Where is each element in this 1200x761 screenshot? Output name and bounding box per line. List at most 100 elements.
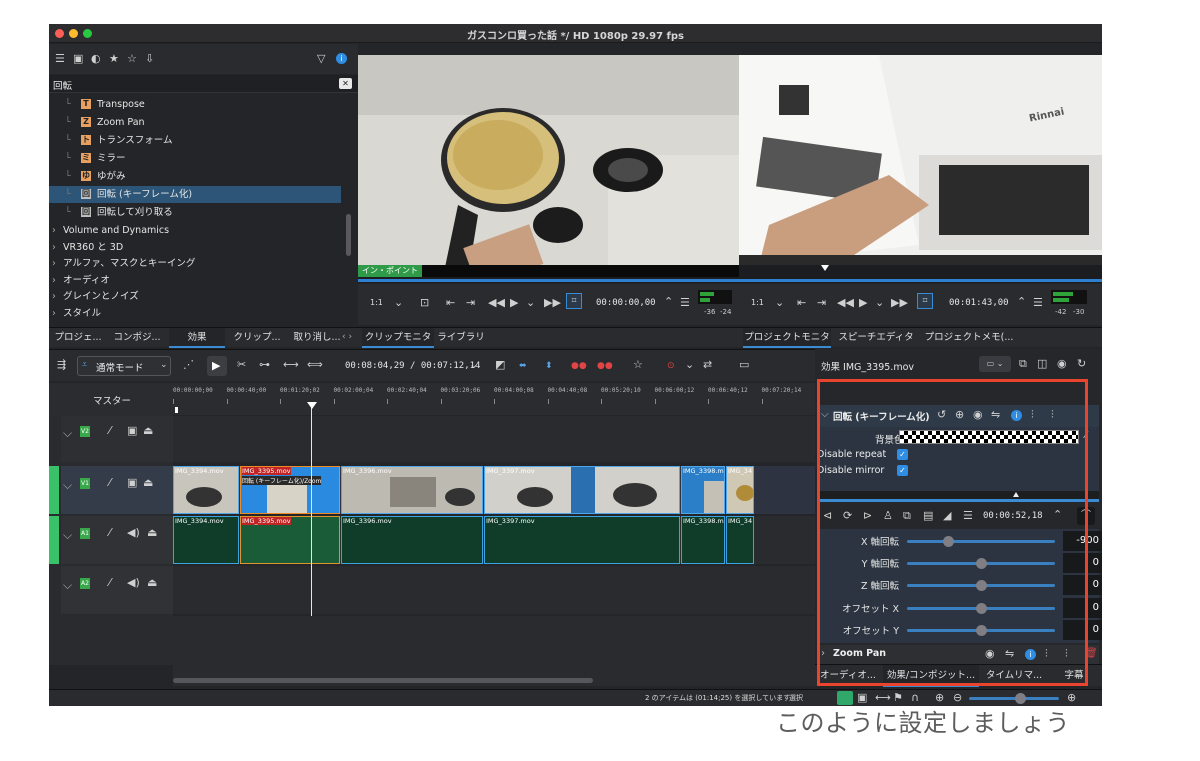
timeline-timecode[interactable]: 00:08:04,29 / 00:07:12,14 bbox=[345, 361, 480, 371]
mute-icon[interactable]: ◀) bbox=[127, 577, 140, 589]
effect-category[interactable]: › スタイル bbox=[49, 305, 341, 322]
lock-icon[interactable]: ⏏ bbox=[143, 477, 153, 489]
audio-clip[interactable]: IMG_34 bbox=[726, 516, 754, 564]
set-in-icon[interactable]: ⇤ bbox=[446, 297, 455, 309]
tab-library[interactable]: ライブラリ bbox=[436, 328, 486, 348]
tab-arrows-icon[interactable]: ‹ › bbox=[342, 332, 352, 342]
project-set-in-icon[interactable]: ⇤ bbox=[797, 297, 806, 309]
tab-speech-editor[interactable]: スピーチエディタ bbox=[833, 328, 919, 348]
hide-track-icon[interactable]: ▣ bbox=[127, 425, 137, 437]
set-out-icon[interactable]: ⇥ bbox=[466, 297, 475, 309]
project-forward-icon[interactable]: ▶▶ bbox=[891, 297, 908, 309]
audio-clip[interactable]: IMG_3398.m bbox=[681, 516, 725, 564]
tab-undo[interactable]: 取り消し... bbox=[289, 328, 345, 348]
track-v2[interactable] bbox=[173, 416, 815, 462]
timecode-spin-icon[interactable]: ⌃ bbox=[664, 296, 673, 308]
zoom-slider[interactable] bbox=[969, 693, 1059, 704]
monitor-menu-icon[interactable]: ☰ bbox=[680, 297, 690, 309]
fullscreen-icon[interactable]: ⌗ bbox=[566, 293, 582, 309]
video-clip[interactable]: IMG_3396.mov bbox=[341, 466, 483, 514]
split-audio-icon[interactable]: ◩ bbox=[495, 359, 505, 371]
tab-clip-monitor[interactable]: クリップモニタ bbox=[362, 328, 434, 348]
track-tag-v1[interactable]: V1 bbox=[80, 478, 90, 489]
timeline-ruler[interactable]: 00:00:00;00 00:00:40;00 00:01:20;02 00:02:0… bbox=[173, 383, 815, 415]
video-clip[interactable]: IMG_3397.mov bbox=[484, 466, 680, 514]
effects-scrollbar[interactable] bbox=[346, 214, 351, 256]
effects-wand-icon[interactable]: ⁄ bbox=[109, 577, 111, 589]
record-dropdown-icon[interactable]: ⌄ bbox=[685, 359, 694, 371]
project-rewind-icon[interactable]: ◀◀ bbox=[837, 297, 854, 309]
list-icon[interactable]: ☰ bbox=[55, 53, 65, 65]
lock-icon[interactable]: ⏏ bbox=[143, 425, 153, 437]
insert-icon[interactable]: ⬌ bbox=[519, 361, 527, 371]
track-tag-a2[interactable]: A2 bbox=[80, 578, 90, 589]
effects-wand-icon[interactable]: ⁄ bbox=[109, 527, 111, 539]
play-icon[interactable]: ▶ bbox=[510, 297, 518, 309]
project-fullscreen-icon[interactable]: ⌗ bbox=[917, 293, 933, 309]
video-clip[interactable]: IMG_3394.mov bbox=[173, 466, 239, 514]
audio-icon[interactable]: ◐ bbox=[91, 53, 101, 65]
effect-item[interactable]: └ T Transpose bbox=[49, 96, 341, 113]
info-icon[interactable]: i bbox=[336, 53, 347, 64]
track-a1[interactable]: IMG_3394.mov IMG_3395.mov IMG_3396.mov I… bbox=[173, 516, 815, 564]
split-view-icon[interactable]: ◫ bbox=[1037, 358, 1047, 370]
rewind-icon[interactable]: ◀◀ bbox=[488, 297, 505, 309]
track-v1[interactable]: IMG_3394.mov IMG_3395.mov 回転 (キーフレーム化)/Z… bbox=[173, 466, 815, 514]
lock-icon[interactable]: ⏏ bbox=[147, 577, 157, 589]
timeline-playhead[interactable] bbox=[311, 402, 312, 616]
effect-category[interactable]: › Volume and Dynamics bbox=[49, 222, 341, 239]
track-settings-icon[interactable]: ⇶ bbox=[57, 359, 66, 371]
copy-icon[interactable]: ⧉ bbox=[1019, 358, 1027, 370]
audio-clip[interactable]: IMG_3396.mov bbox=[341, 516, 483, 564]
extract-icon[interactable]: ●● bbox=[597, 361, 613, 371]
mute-icon[interactable]: ◀) bbox=[127, 527, 140, 539]
clip-timecode[interactable]: 00:00:00,00 bbox=[596, 298, 656, 308]
effect-item[interactable]: └ ミミラー bbox=[49, 150, 341, 167]
forward-icon[interactable]: ▶▶ bbox=[544, 297, 561, 309]
lock-icon[interactable]: ⏏ bbox=[147, 527, 157, 539]
collapse-icon[interactable]: ⌵ bbox=[63, 426, 72, 441]
project-zoom-dropdown-icon[interactable]: ⌄ bbox=[775, 297, 784, 309]
ripple-icon[interactable]: ⟷ bbox=[283, 359, 299, 371]
track-a2[interactable] bbox=[173, 566, 815, 614]
collapse-icon[interactable]: ⌵ bbox=[63, 528, 72, 543]
zoom-dropdown-icon[interactable]: ⌄ bbox=[394, 297, 403, 309]
compare-button[interactable]: ▭ ⌄ bbox=[979, 356, 1011, 372]
effect-item[interactable]: └ Z Zoom Pan bbox=[49, 114, 341, 131]
playhead-marker-icon[interactable] bbox=[307, 402, 317, 409]
tab-project-monitor[interactable]: プロジェクトモニタ bbox=[743, 328, 831, 348]
play-dropdown-icon[interactable]: ⌄ bbox=[526, 297, 535, 309]
clip-monitor-ruler[interactable] bbox=[358, 277, 739, 283]
effects-wand-icon[interactable]: ⁄ bbox=[109, 425, 111, 437]
project-play-dropdown-icon[interactable]: ⌄ bbox=[875, 297, 884, 309]
project-monitor-menu-icon[interactable]: ☰ bbox=[1033, 297, 1043, 309]
razor-icon[interactable]: ✂ bbox=[237, 359, 246, 371]
playhead-icon[interactable] bbox=[821, 265, 829, 271]
eye-icon[interactable]: ◉ bbox=[1057, 358, 1067, 370]
project-monitor-ruler[interactable] bbox=[739, 265, 1102, 283]
custom-star-icon[interactable]: ★ bbox=[109, 53, 119, 65]
effects-search[interactable]: 回転 ✕ bbox=[49, 75, 358, 93]
video-clip[interactable]: IMG_3398.mov bbox=[681, 466, 725, 514]
search-input[interactable]: 回転 bbox=[53, 78, 72, 92]
subtitle-icon[interactable]: ▭ bbox=[739, 359, 749, 371]
razor-magic-icon[interactable]: ⋰ bbox=[183, 359, 194, 371]
slip-icon[interactable]: ⟺ bbox=[307, 359, 323, 371]
effect-item[interactable]: └ トトランスフォーム bbox=[49, 132, 341, 149]
zoom-label[interactable]: 1:1 bbox=[370, 298, 383, 307]
selected-audio-clip[interactable]: IMG_3395.mov bbox=[240, 516, 340, 564]
effect-item[interactable]: └ ゆゆがみ bbox=[49, 168, 341, 185]
audio-clip[interactable]: IMG_3397.mov bbox=[484, 516, 680, 564]
effect-item[interactable]: └ 回回転 (キーフレーム化) bbox=[49, 186, 341, 203]
video-icon[interactable]: ▣ bbox=[73, 53, 83, 65]
effect-item[interactable]: └ 回回転して刈り取る bbox=[49, 204, 341, 221]
timeline-scrollbar[interactable] bbox=[173, 678, 593, 683]
effect-category[interactable]: › グレインとノイズ bbox=[49, 288, 341, 305]
effect-category[interactable]: › オーディオ bbox=[49, 272, 341, 289]
select-tool-button[interactable]: ▶ bbox=[207, 356, 227, 376]
filter-icon[interactable]: ▽ bbox=[317, 53, 325, 65]
tab-effects[interactable]: 効果 bbox=[169, 328, 225, 348]
favorite-star-icon[interactable]: ☆ bbox=[127, 53, 137, 65]
project-zoom-label[interactable]: 1:1 bbox=[751, 298, 764, 307]
project-monitor-video[interactable]: Rinnai bbox=[739, 55, 1102, 265]
